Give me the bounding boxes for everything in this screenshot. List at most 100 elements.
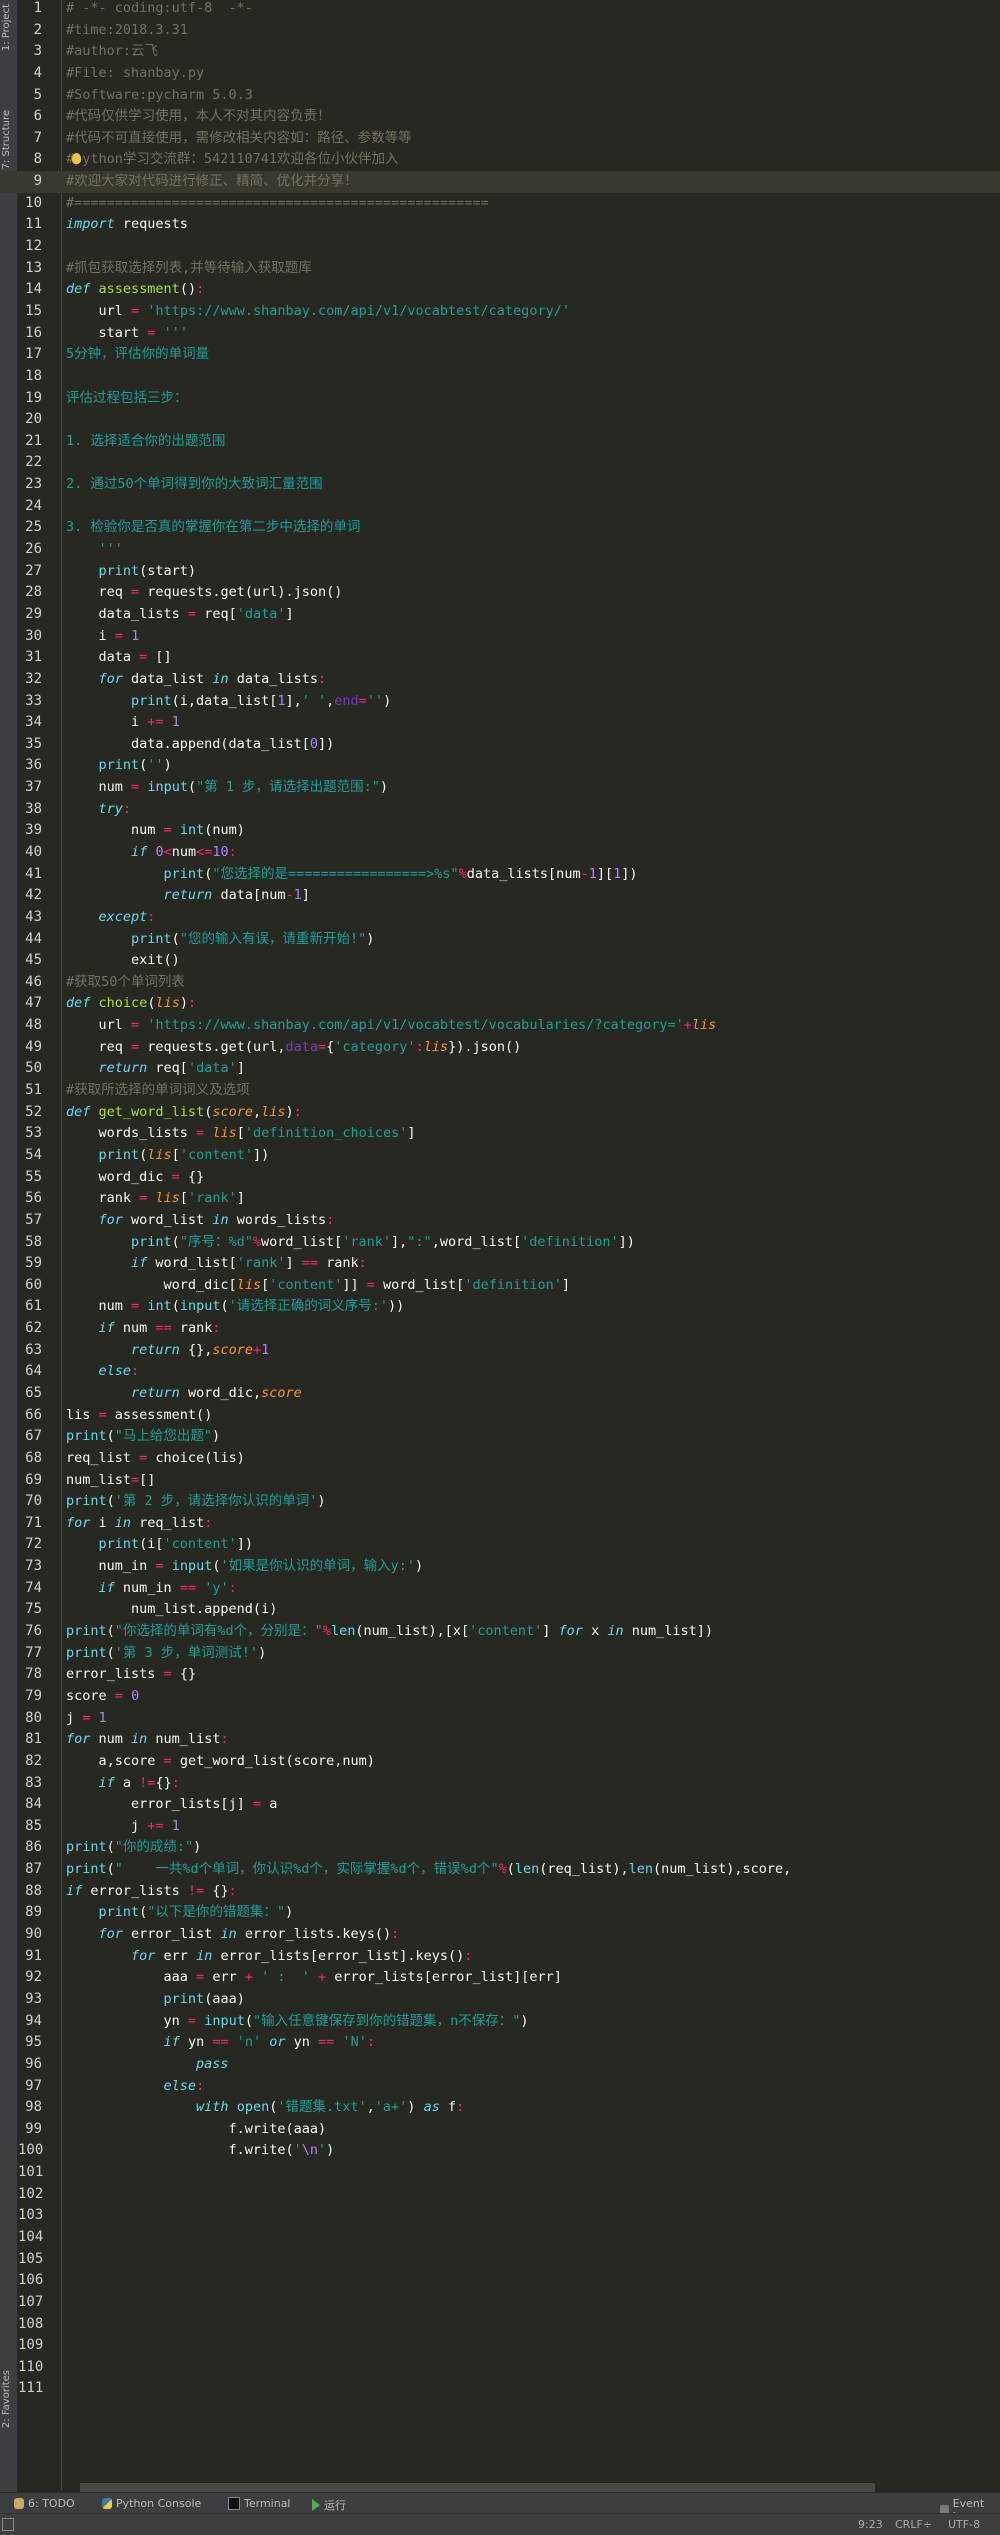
file-encoding[interactable]: UTF-8	[948, 2518, 980, 2531]
code-line[interactable]: 90 for error_list in error_lists.keys():	[0, 1924, 1000, 1946]
lightbulb-icon[interactable]	[72, 153, 81, 165]
code-line[interactable]: 104	[0, 2227, 1000, 2249]
code-line[interactable]: 62 if num == rank:	[0, 1318, 1000, 1340]
code-line[interactable]: 60 word_dic[lis['content']] = word_list[…	[0, 1275, 1000, 1297]
caret-position[interactable]: 9:23	[858, 2518, 883, 2531]
code-line[interactable]: 110	[0, 2357, 1000, 2379]
code-line[interactable]: 14 def assessment():	[0, 279, 1000, 301]
code-line[interactable]: 91 for err in error_lists[error_list].ke…	[0, 1946, 1000, 1968]
code-line[interactable]: 7 #代码不可直接使用，需修改相关内容如：路径、参数等等	[0, 128, 1000, 150]
code-line[interactable]: 64 else:	[0, 1361, 1000, 1383]
code-line[interactable]: 54 print(lis['content'])	[0, 1145, 1000, 1167]
code-line[interactable]: 34 i += 1	[0, 712, 1000, 734]
code-line[interactable]: 53 words_lists = lis['definition_choices…	[0, 1123, 1000, 1145]
code-line[interactable]: 102	[0, 2184, 1000, 2206]
code-line[interactable]: 61 num = int(input('请选择正确的词义序号:'))	[0, 1296, 1000, 1318]
code-line[interactable]: 16 start = '''	[0, 323, 1000, 345]
code-line[interactable]: 37 num = input("第 1 步，请选择出题范围:")	[0, 777, 1000, 799]
code-line[interactable]: 20	[0, 409, 1000, 431]
code-line[interactable]: 79 score = 0	[0, 1686, 1000, 1708]
code-line[interactable]: 72 print(i['content'])	[0, 1534, 1000, 1556]
code-line[interactable]: 81 for num in num_list:	[0, 1729, 1000, 1751]
code-line[interactable]: 32 for data_list in data_lists:	[0, 669, 1000, 691]
code-line[interactable]: 56 rank = lis['rank']	[0, 1188, 1000, 1210]
code-line[interactable]: 87 print(" 一共%d个单词，你认识%d个，实际掌握%d个，错误%d个"%…	[0, 1859, 1000, 1881]
code-line[interactable]: 11 import requests	[0, 214, 1000, 236]
todo-button[interactable]: 6: TODO	[14, 2497, 75, 2510]
line-separator[interactable]: CRLF÷	[895, 2518, 932, 2531]
code-line[interactable]: 22	[0, 452, 1000, 474]
code-line[interactable]: 24	[0, 496, 1000, 518]
code-line[interactable]: 8 #python学习交流群：542110741欢迎各位小伙伴加入	[0, 149, 1000, 171]
python-console-button[interactable]: Python Console	[102, 2497, 201, 2510]
code-editor[interactable]: 1 # -*- coding:utf-8 -*- 2 #time:2018.3.31 3…	[0, 0, 1000, 2400]
code-line[interactable]: 21 1. 选择适合你的出题范围	[0, 431, 1000, 453]
code-line[interactable]: 95 if yn == 'n' or yn == 'N':	[0, 2032, 1000, 2054]
code-line[interactable]: 75 num_list.append(i)	[0, 1599, 1000, 1621]
code-line[interactable]: 25 3. 检验你是否真的掌握你在第二步中选择的单词	[0, 517, 1000, 539]
code-line[interactable]: 26 '''	[0, 539, 1000, 561]
code-line[interactable]: 1 # -*- coding:utf-8 -*-	[0, 0, 1000, 20]
code-line[interactable]: 50 return req['data']	[0, 1058, 1000, 1080]
code-line[interactable]: 2 #time:2018.3.31	[0, 20, 1000, 42]
code-line[interactable]: 74 if num_in == 'y':	[0, 1578, 1000, 1600]
code-line[interactable]: 17 5分钟，评估你的单词量	[0, 344, 1000, 366]
code-line[interactable]: 48 url = 'https://www.shanbay.com/api/v1…	[0, 1015, 1000, 1037]
code-line[interactable]: 103	[0, 2205, 1000, 2227]
toggle-tool-windows-icon[interactable]	[2, 2518, 14, 2531]
code-line[interactable]: 51 #获取所选择的单词词义及选项	[0, 1080, 1000, 1102]
code-line[interactable]: 101	[0, 2162, 1000, 2184]
code-line[interactable]: 3 #author:云飞	[0, 41, 1000, 63]
code-line[interactable]: 31 data = []	[0, 647, 1000, 669]
code-line[interactable]: 76 print("你选择的单词有%d个，分别是："%len(num_list),…	[0, 1621, 1000, 1643]
code-line[interactable]: 105	[0, 2249, 1000, 2271]
code-line[interactable]: 18	[0, 366, 1000, 388]
code-line[interactable]: 77 print('第 3 步，单词测试!')	[0, 1643, 1000, 1665]
code-line[interactable]: 36 print('')	[0, 755, 1000, 777]
code-line[interactable]: 29 data_lists = req['data']	[0, 604, 1000, 626]
code-line[interactable]: 89 print("以下是你的错题集：")	[0, 1902, 1000, 1924]
code-line[interactable]: 83 if a !={}:	[0, 1773, 1000, 1795]
code-line[interactable]: 55 word_dic = {}	[0, 1167, 1000, 1189]
code-line[interactable]: 108	[0, 2314, 1000, 2336]
code-line[interactable]: 107	[0, 2292, 1000, 2314]
code-line[interactable]: 84 error_lists[j] = a	[0, 1794, 1000, 1816]
code-line[interactable]: 109	[0, 2335, 1000, 2357]
code-line[interactable]: 5 #Software:pycharm 5.0.3	[0, 85, 1000, 107]
code-line[interactable]: 93 print(aaa)	[0, 1989, 1000, 2011]
code-line[interactable]: 65 return word_dic,score	[0, 1383, 1000, 1405]
run-button[interactable]: 运行	[312, 2497, 346, 2513]
code-line[interactable]: 42 return data[num-1]	[0, 885, 1000, 907]
code-line[interactable]: 38 try:	[0, 799, 1000, 821]
code-line[interactable]: 82 a,score = get_word_list(score,num)	[0, 1751, 1000, 1773]
code-line[interactable]: 96 pass	[0, 2054, 1000, 2076]
code-line[interactable]: 106	[0, 2270, 1000, 2292]
code-line[interactable]: 19 评估过程包括三步：	[0, 388, 1000, 410]
code-line[interactable]: 6 #代码仅供学习使用，本人不对其内容负责！	[0, 106, 1000, 128]
code-line[interactable]: 111	[0, 2378, 1000, 2400]
terminal-button[interactable]: Terminal	[228, 2497, 291, 2510]
code-line[interactable]: 71 for i in req_list:	[0, 1513, 1000, 1535]
horizontal-scrollbar[interactable]	[80, 2483, 875, 2492]
code-line[interactable]: 98 with open('错题集.txt','a+') as f:	[0, 2097, 1000, 2119]
code-line[interactable]: 9 #欢迎大家对代码进行修正、精简、优化并分享！	[0, 171, 1000, 193]
code-line[interactable]: 63 return {},score+1	[0, 1340, 1000, 1362]
code-line[interactable]: 44 print("您的输入有误，请重新开始!")	[0, 929, 1000, 951]
code-line[interactable]: 99 f.write(aaa)	[0, 2119, 1000, 2141]
code-line[interactable]: 94 yn = input("输入任意键保存到你的错题集，n不保存：")	[0, 2011, 1000, 2033]
code-line[interactable]: 86 print("你的成绩:")	[0, 1837, 1000, 1859]
code-line[interactable]: 100 f.write('\n')	[0, 2140, 1000, 2162]
code-line[interactable]: 43 except:	[0, 907, 1000, 929]
code-line[interactable]: 68 req_list = choice(lis)	[0, 1448, 1000, 1470]
code-line[interactable]: 13 #抓包获取选择列表,并等待输入获取题库	[0, 258, 1000, 280]
code-line[interactable]: 57 for word_list in words_lists:	[0, 1210, 1000, 1232]
code-line[interactable]: 28 req = requests.get(url).json()	[0, 582, 1000, 604]
code-line[interactable]: 30 i = 1	[0, 626, 1000, 648]
code-line[interactable]: 69 num_list=[]	[0, 1470, 1000, 1492]
code-line[interactable]: 78 error_lists = {}	[0, 1664, 1000, 1686]
code-line[interactable]: 97 else:	[0, 2076, 1000, 2098]
code-line[interactable]: 41 print("您选择的是=================>%s"%dat…	[0, 864, 1000, 886]
code-line[interactable]: 47 def choice(lis):	[0, 993, 1000, 1015]
code-line[interactable]: 4 #File: shanbay.py	[0, 63, 1000, 85]
code-line[interactable]: 45 exit()	[0, 950, 1000, 972]
